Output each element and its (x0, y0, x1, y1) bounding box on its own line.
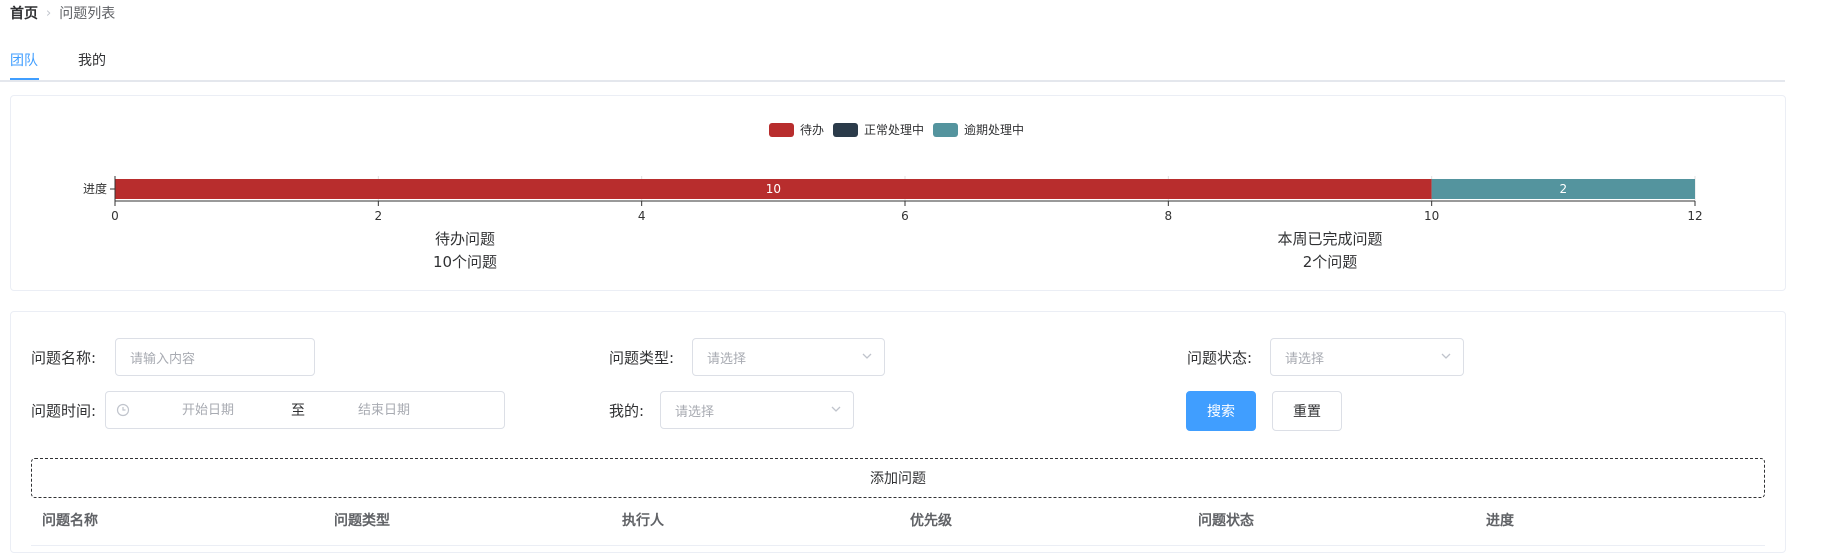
mine-select[interactable]: 请选择 (660, 391, 854, 429)
issue-type-placeholder: 请选择 (707, 351, 747, 367)
issue-status-select[interactable]: 请选择 (1270, 338, 1464, 376)
done-summary: 本周已完成问题 2个问题 (1260, 228, 1400, 274)
column-header-issue-status: 问题状态 (1198, 513, 1254, 529)
issue-status-placeholder: 请选择 (1285, 351, 1325, 367)
date-range-separator: 至 (291, 403, 305, 419)
pending-summary-count: 10个问题 (432, 253, 498, 271)
mine-label: 我的: (609, 402, 645, 420)
clock-icon (116, 403, 130, 417)
progress-chart: 10 2 0 2 4 6 8 10 12 进度 (83, 176, 1703, 223)
issue-status-label: 问题状态: (1187, 349, 1253, 367)
x-tick-label: 10 (1424, 209, 1439, 223)
end-date-placeholder[interactable]: 结束日期 (358, 402, 410, 420)
x-tick-label: 8 (1165, 209, 1173, 223)
x-tick-label: 12 (1687, 209, 1702, 223)
issue-name-input[interactable]: 请输入内容 (115, 338, 315, 376)
reset-button[interactable]: 重置 (1272, 391, 1342, 431)
chevron-down-icon (862, 353, 872, 359)
chevron-down-icon (1441, 353, 1451, 359)
mine-placeholder: 请选择 (675, 404, 715, 420)
column-header-priority: 优先级 (910, 513, 952, 529)
x-tick-label: 4 (638, 209, 646, 223)
bar-data-label: 2 (1560, 182, 1568, 196)
done-summary-count: 2个问题 (1302, 253, 1358, 271)
table-header-divider (31, 545, 1765, 546)
issue-name-placeholder: 请输入内容 (130, 351, 196, 367)
chevron-down-icon (831, 406, 841, 412)
x-tick-label: 0 (111, 209, 119, 223)
x-tick-label: 6 (901, 209, 909, 223)
y-category-label: 进度 (83, 181, 107, 196)
pending-summary-title: 待办问题 (434, 230, 495, 248)
start-date-placeholder[interactable]: 开始日期 (182, 402, 234, 420)
column-header-assignee: 执行人 (622, 513, 664, 529)
column-header-progress: 进度 (1486, 513, 1514, 529)
search-button[interactable]: 搜索 (1186, 391, 1256, 431)
x-tick-label: 2 (375, 209, 383, 223)
issue-type-select[interactable]: 请选择 (692, 338, 885, 376)
column-header-issue-name: 问题名称 (42, 513, 98, 529)
pending-summary: 待办问题 10个问题 (400, 228, 530, 274)
date-range-picker[interactable]: 开始日期 至 结束日期 (105, 391, 505, 429)
done-summary-title: 本周已完成问题 (1277, 230, 1383, 248)
column-header-issue-type: 问题类型 (334, 513, 390, 529)
bar-data-label: 10 (766, 182, 781, 196)
issue-type-label: 问题类型: (609, 349, 675, 367)
add-issue-button[interactable]: 添加问题 (31, 458, 1765, 498)
issue-name-label: 问题名称: (31, 349, 97, 367)
issue-time-label: 问题时间: (31, 402, 97, 420)
